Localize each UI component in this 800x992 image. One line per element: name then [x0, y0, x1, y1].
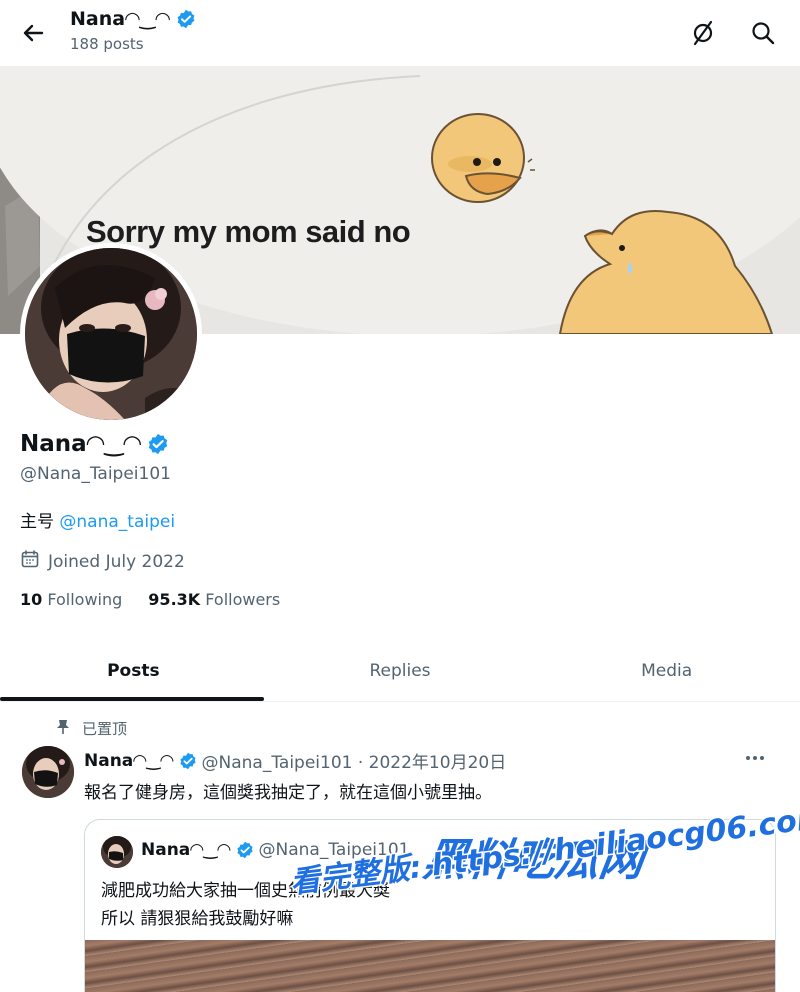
quoted-author-name: Nana◠‿◠: [141, 840, 231, 860]
active-tab-indicator: [0, 697, 264, 701]
pin-icon: [56, 719, 70, 739]
pinned-label: 已置顶: [82, 720, 128, 738]
quoted-text-line-2: 所以 請狠狠給我鼓勵好嘛: [101, 909, 294, 929]
pinned-indicator: 已置顶: [56, 718, 127, 739]
followers-label: Followers: [205, 590, 281, 609]
joined-date: Joined July 2022: [20, 549, 185, 574]
header-display-name: Nana◠‿◠: [70, 8, 171, 30]
follow-stats: 10 Following 95.3K Followers: [20, 590, 280, 609]
verified-badge-icon: [179, 752, 197, 770]
profile-bio: 主号 @nana_taipei: [20, 507, 175, 532]
quoted-author-avatar: [101, 836, 133, 868]
post-text: 報名了健身房，這個獎我抽定了，就在這個小號里抽。: [84, 783, 492, 803]
verified-badge-icon: [236, 841, 254, 859]
tab-posts[interactable]: Posts: [0, 640, 267, 701]
header-name-row: Nana◠‿◠: [70, 8, 196, 30]
profile-handle: @Nana_Taipei101: [20, 464, 171, 484]
followers-count: 95.3K: [148, 590, 201, 609]
post-author-name[interactable]: Nana◠‿◠: [84, 751, 174, 771]
quoted-post-image[interactable]: [85, 940, 775, 992]
profile-avatar[interactable]: [20, 243, 202, 425]
verified-badge-icon: [176, 9, 196, 29]
tab-replies[interactable]: Replies: [267, 640, 534, 701]
bio-prefix: 主号: [20, 512, 60, 532]
quoted-post-card[interactable]: Nana◠‿◠ @Nana_Taipei101 減肥成功給大家抽一個史無前例最大…: [84, 819, 776, 992]
post-author-avatar[interactable]: [22, 746, 74, 798]
quoted-handle: @Nana_Taipei101: [258, 840, 410, 860]
profile-display-name: Nana◠‿◠: [20, 431, 142, 457]
bio-mention-link[interactable]: @nana_taipei: [59, 512, 175, 532]
post-meta[interactable]: @Nana_Taipei101 · 2022年10月20日: [202, 748, 507, 773]
post-header: Nana◠‿◠ @Nana_Taipei101 · 2022年10月20日: [84, 748, 507, 774]
profile-tabs: Posts Replies Media: [0, 640, 800, 702]
verified-badge-icon[interactable]: [147, 433, 169, 455]
grok-icon[interactable]: [688, 18, 718, 48]
followers-link[interactable]: 95.3K Followers: [148, 590, 280, 609]
following-label: Following: [47, 590, 123, 609]
top-bar: Nana◠‿◠ 188 posts: [0, 0, 800, 66]
more-dots-icon[interactable]: [740, 748, 770, 768]
search-icon[interactable]: [748, 18, 778, 48]
banner-caption: Sorry my mom said no: [86, 214, 411, 249]
back-arrow-icon[interactable]: [18, 18, 48, 48]
header-posts-count: 188 posts: [70, 35, 144, 53]
quoted-text-line-1: 減肥成功給大家抽一個史無前例最大獎: [101, 881, 390, 901]
following-count: 10: [20, 590, 43, 609]
tab-media[interactable]: Media: [533, 640, 800, 701]
following-link[interactable]: 10 Following: [20, 590, 122, 609]
profile-name-row: Nana◠‿◠: [20, 431, 169, 457]
calendar-icon: [20, 549, 40, 574]
joined-text: Joined July 2022: [48, 551, 185, 572]
quoted-post-header: Nana◠‿◠ @Nana_Taipei101: [141, 840, 409, 860]
